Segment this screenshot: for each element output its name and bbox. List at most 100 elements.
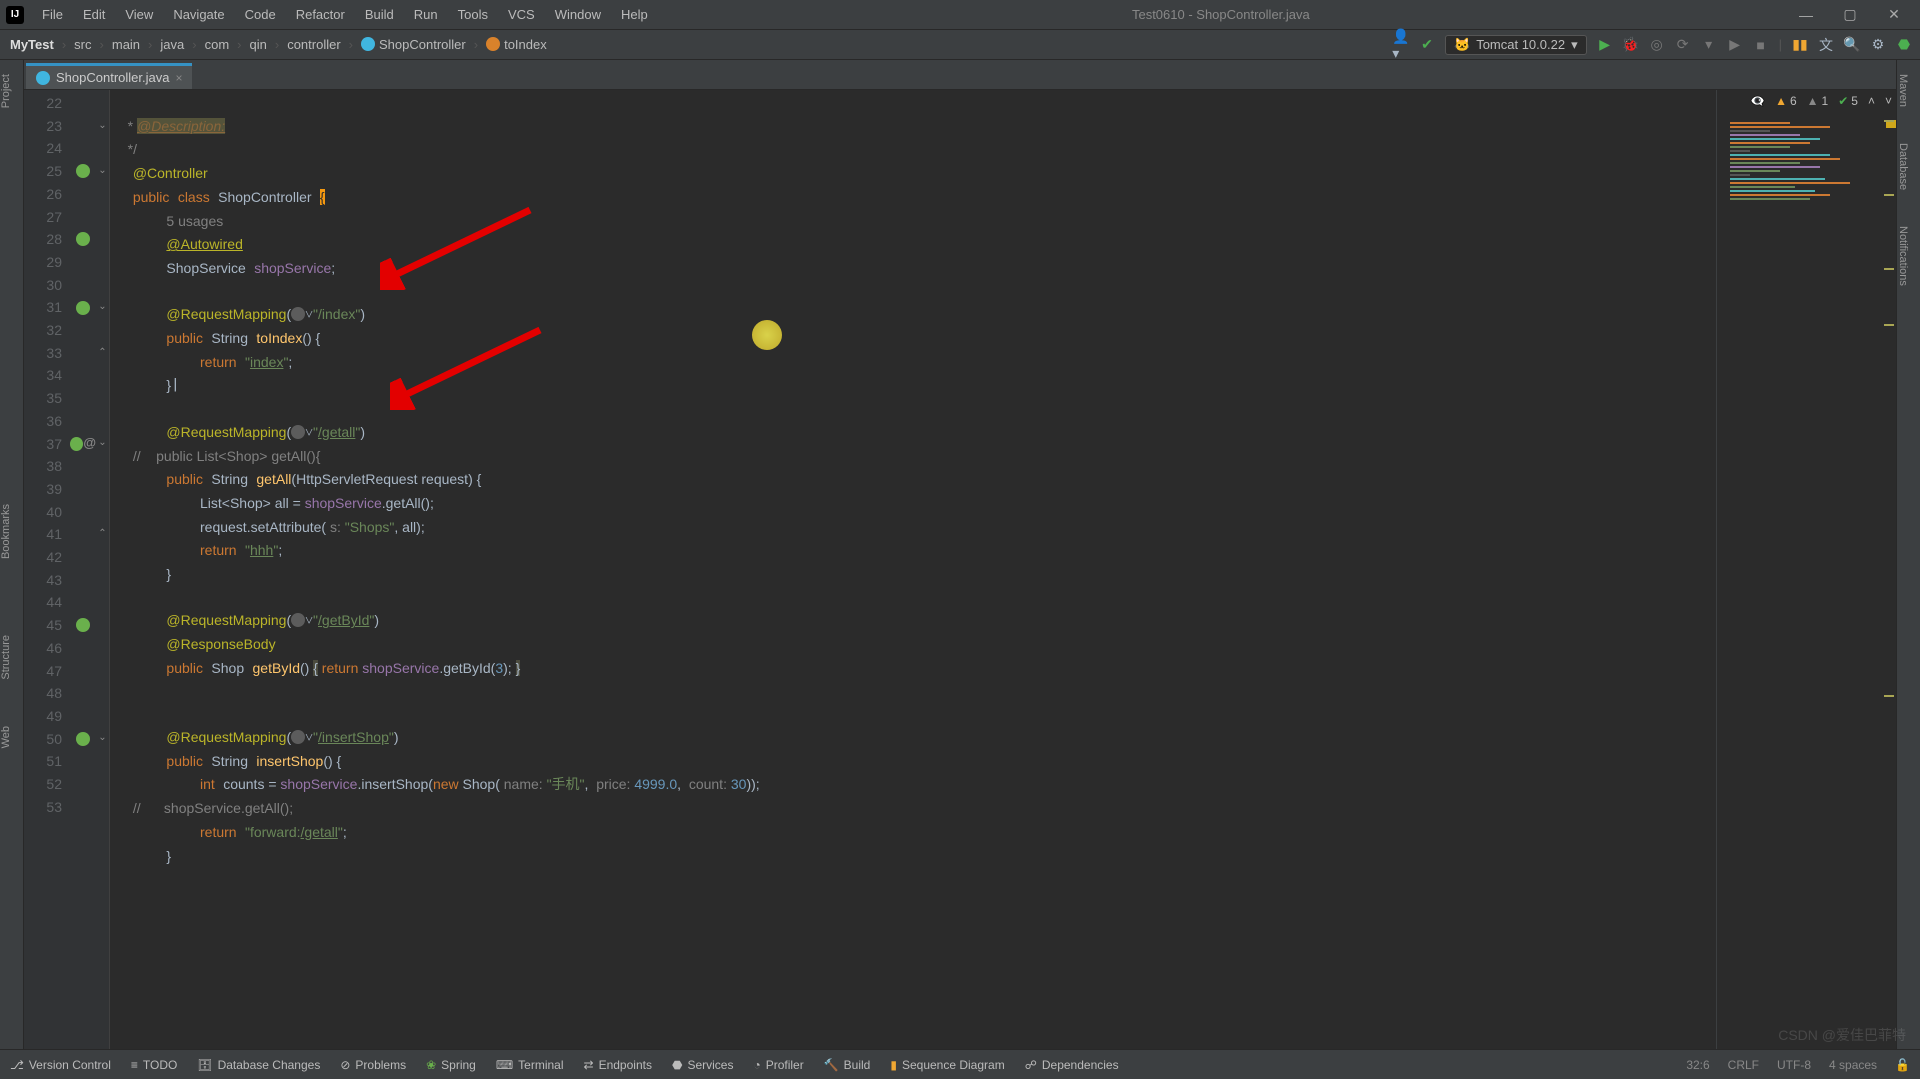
tw-services[interactable]: ⬣Services <box>672 1058 734 1072</box>
tw-build[interactable]: 🔨Build <box>824 1058 871 1072</box>
crumb-controller[interactable]: controller <box>285 37 342 52</box>
debug-button[interactable]: 🐞 <box>1623 37 1639 53</box>
tw-problems[interactable]: ⊘Problems <box>340 1058 406 1072</box>
build-icon: 🔨 <box>824 1058 839 1072</box>
tw-version-control[interactable]: ⎇Version Control <box>10 1058 111 1072</box>
maximize-button[interactable]: ▢ <box>1830 6 1870 23</box>
reader-mode-icon[interactable]: 👁‍🗨 <box>1750 94 1765 108</box>
endpoints-icon: ⇄ <box>584 1058 594 1072</box>
menu-navigate[interactable]: Navigate <box>165 5 232 24</box>
code-with-me-icon[interactable]: ⬣ <box>1896 37 1912 53</box>
menu-build[interactable]: Build <box>357 5 402 24</box>
crumb-project[interactable]: MyTest <box>8 37 56 52</box>
translate-icon[interactable]: 文 <box>1818 37 1834 53</box>
override-icon[interactable]: @ <box>83 432 96 455</box>
search-icon[interactable]: 🔍 <box>1844 37 1860 53</box>
chevron-down-icon[interactable]: ▾ <box>1701 37 1717 53</box>
file-encoding[interactable]: UTF-8 <box>1777 1058 1811 1072</box>
cursor-position[interactable]: 32:6 <box>1686 1058 1709 1072</box>
more-run-icon[interactable]: ▶ <box>1727 37 1743 53</box>
spring-bean-icon[interactable] <box>76 164 90 178</box>
up-arrow-icon[interactable]: ˄ <box>1868 94 1875 108</box>
readonly-icon[interactable]: 🔓 <box>1895 1058 1910 1072</box>
menu-view[interactable]: View <box>117 5 161 24</box>
tw-dependencies[interactable]: ☍Dependencies <box>1025 1058 1119 1072</box>
check-icon[interactable]: ✔ <box>1838 94 1848 108</box>
warning-icon[interactable]: ▲ <box>1775 94 1787 108</box>
vcs-update-icon[interactable]: ✔ <box>1419 37 1435 53</box>
weak-warning-icon[interactable]: ▲ <box>1807 94 1819 108</box>
coverage-button[interactable]: ◎ <box>1649 37 1665 53</box>
profiler-icon: ◔ <box>753 1058 760 1072</box>
tw-todo[interactable]: ≡TODO <box>131 1058 177 1072</box>
close-window-button[interactable]: ✕ <box>1874 6 1914 23</box>
spring-bean-icon[interactable] <box>76 618 90 632</box>
toolwindow-structure[interactable]: Structure <box>0 627 12 688</box>
line-separator[interactable]: CRLF <box>1728 1058 1759 1072</box>
crumb-qin[interactable]: qin <box>248 37 269 52</box>
tw-seq-diagram[interactable]: ▮Sequence Diagram <box>890 1058 1004 1072</box>
crumb-com[interactable]: com <box>203 37 232 52</box>
toolwindow-notifications[interactable]: Notifications <box>1897 218 1909 294</box>
crumb-java[interactable]: java <box>158 37 186 52</box>
services-icon: ⬣ <box>672 1058 682 1072</box>
terminal-icon: ⌨ <box>496 1058 513 1072</box>
menu-edit[interactable]: Edit <box>75 5 113 24</box>
toolwindow-bookmarks[interactable]: Bookmarks <box>0 496 12 567</box>
spring-icon: ❀ <box>426 1058 436 1072</box>
down-arrow-icon[interactable]: ˅ <box>1885 94 1892 108</box>
spring-bean-icon[interactable] <box>76 232 90 246</box>
web-icon <box>291 425 305 439</box>
settings-icon[interactable]: ⚙ <box>1870 37 1886 53</box>
crumb-src[interactable]: src <box>72 37 93 52</box>
menu-refactor[interactable]: Refactor <box>288 5 353 24</box>
tab-shopcontroller[interactable]: ShopController.java × <box>26 63 192 89</box>
menu-tools[interactable]: Tools <box>450 5 496 24</box>
toolwindow-database[interactable]: Database <box>1897 135 1909 198</box>
run-button[interactable]: ▶ <box>1597 37 1613 53</box>
spring-bean-icon[interactable] <box>70 437 83 451</box>
right-tool-stripe: Maven Database Notifications <box>1896 60 1920 1049</box>
spring-bean-icon[interactable] <box>76 301 90 315</box>
tw-db-changes[interactable]: 🗄Database Changes <box>197 1058 320 1072</box>
database-icon: 🗄 <box>197 1058 212 1072</box>
menu-code[interactable]: Code <box>237 5 284 24</box>
menu-help[interactable]: Help <box>613 5 656 24</box>
crumb-main[interactable]: main <box>110 37 142 52</box>
fold-gutter[interactable]: ⌄⌄ ⌄⌃ ⌄⌃ ⌄ <box>96 90 110 1049</box>
tw-endpoints[interactable]: ⇄Endpoints <box>584 1058 652 1072</box>
gutter-icons: @ <box>70 90 96 1049</box>
chevron-down-icon: ▾ <box>1571 37 1578 53</box>
crumb-method[interactable]: toIndex <box>484 37 549 52</box>
menu-file[interactable]: File <box>34 5 71 24</box>
code-area[interactable]: * @Description: */ @Controller public cl… <box>110 90 1716 1049</box>
tab-label: ShopController.java <box>56 70 169 85</box>
tw-profiler[interactable]: ◔Profiler <box>753 1058 803 1072</box>
tw-spring[interactable]: ❀Spring <box>426 1058 476 1072</box>
minimap[interactable] <box>1726 120 1896 390</box>
menu-run[interactable]: Run <box>406 5 446 24</box>
crumb-class[interactable]: ShopController <box>359 37 468 52</box>
close-tab-icon[interactable]: × <box>175 71 182 85</box>
menu-vcs[interactable]: VCS <box>500 5 543 24</box>
editor-tabs: ShopController.java × ⋮ <box>0 60 1920 90</box>
toolwindow-maven[interactable]: Maven <box>1897 66 1909 115</box>
class-icon <box>361 37 375 51</box>
ai-icon[interactable]: ▮▮ <box>1792 37 1808 53</box>
menu-window[interactable]: Window <box>547 5 609 24</box>
left-tool-stripe: Project Bookmarks Structure Web <box>0 60 24 1049</box>
toolwindow-project[interactable]: Project <box>0 66 12 116</box>
tomcat-icon: 🐱 <box>1454 37 1470 53</box>
profile-button[interactable]: ⟳ <box>1675 37 1691 53</box>
spring-bean-icon[interactable] <box>76 732 90 746</box>
vcs-person-icon[interactable]: 👤▾ <box>1393 37 1409 53</box>
branch-icon: ⎇ <box>10 1058 24 1072</box>
tw-terminal[interactable]: ⌨Terminal <box>496 1058 564 1072</box>
bottom-toolbar: ⎇Version Control ≡TODO 🗄Database Changes… <box>0 1049 1920 1079</box>
minimize-button[interactable]: — <box>1786 7 1826 23</box>
toolwindow-web[interactable]: Web <box>0 718 12 756</box>
menubar: IJ File Edit View Navigate Code Refactor… <box>0 0 1920 30</box>
indent-config[interactable]: 4 spaces <box>1829 1058 1877 1072</box>
stop-button[interactable]: ■ <box>1753 37 1769 53</box>
run-config-selector[interactable]: 🐱 Tomcat 10.0.22 ▾ <box>1445 35 1587 55</box>
